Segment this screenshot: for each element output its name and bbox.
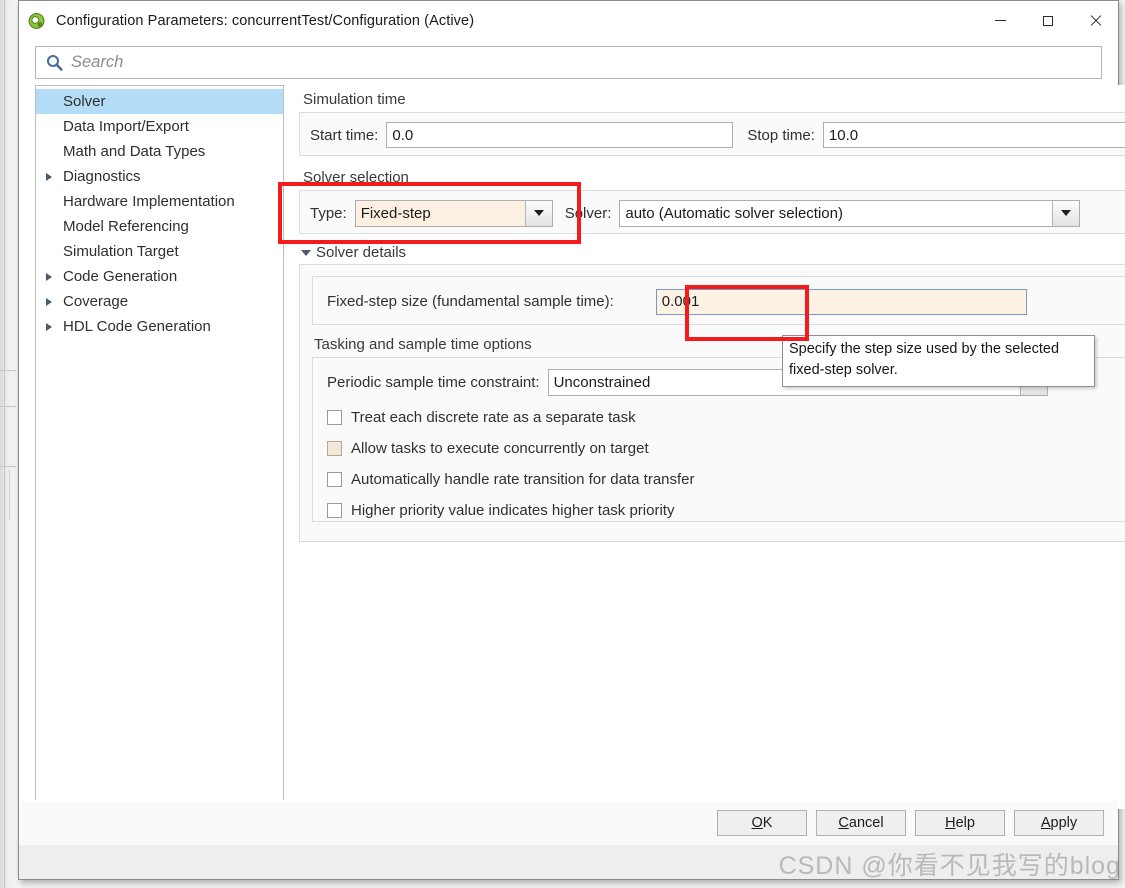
search-icon — [46, 54, 63, 71]
sidebar-item-label: Data Import/Export — [63, 118, 189, 135]
dialog-body: Solver Data Import/Export Math and Data … — [19, 85, 1125, 809]
cancel-button[interactable]: Cancel — [816, 810, 906, 836]
close-icon — [1089, 15, 1101, 27]
sidebar-item-label: Coverage — [63, 293, 129, 310]
sidebar-item-code-generation[interactable]: Code Generation — [36, 264, 283, 289]
chevron-down-icon — [301, 249, 311, 256]
minimize-button[interactable] — [977, 1, 1024, 40]
apply-rest: pply — [1050, 815, 1078, 831]
tasking-group-title: Tasking and sample time options — [314, 336, 532, 353]
chevron-down-icon[interactable] — [1052, 200, 1080, 226]
sidebar-item-hdl-code-generation[interactable]: HDL Code Generation — [36, 314, 283, 339]
checkbox-icon[interactable] — [327, 410, 342, 425]
solver-type-label: Type: — [310, 204, 347, 222]
cancel-rest: ancel — [848, 815, 884, 831]
solver-type-value: Fixed-step — [360, 204, 431, 222]
sidebar-item-label: Diagnostics — [63, 168, 141, 185]
fixed-step-size-label: Fixed-step size (fundamental sample time… — [327, 293, 614, 310]
apply-button[interactable]: Apply — [1014, 810, 1104, 836]
simulation-time-group: Start time: 0.0 Stop time: 10.0 — [299, 112, 1125, 156]
sidebar-item-simulation-target[interactable]: Simulation Target — [36, 239, 283, 264]
search-placeholder: Search — [71, 53, 124, 71]
maximize-button[interactable] — [1024, 1, 1071, 40]
checkbox-label: Allow tasks to execute concurrently on t… — [351, 440, 649, 457]
solver-type-dropdown[interactable]: Fixed-step — [354, 199, 553, 227]
stop-time-value: 10.0 — [828, 126, 859, 144]
help-rest: elp — [955, 815, 975, 831]
checkbox-automatically-handle-rate-transition[interactable]: Automatically handle rate transition for… — [327, 464, 1111, 495]
chevron-down-icon[interactable] — [524, 200, 552, 226]
sidebar-item-coverage[interactable]: Coverage — [36, 289, 283, 314]
sidebar-item-label: Solver — [63, 93, 106, 110]
configuration-parameters-dialog: Configuration Parameters: concurrentTest… — [18, 0, 1125, 880]
sidebar-item-label: Hardware Implementation — [63, 193, 235, 210]
sidebar-item-label: Math and Data Types — [63, 143, 206, 160]
solver-dropdown[interactable]: auto (Automatic solver selection) — [619, 199, 1081, 227]
sidebar-item-label: HDL Code Generation — [63, 318, 211, 335]
minimize-icon — [995, 20, 1006, 21]
chevron-right-icon[interactable] — [40, 172, 57, 181]
checkbox-icon[interactable] — [327, 503, 342, 518]
start-time-value: 0.0 — [392, 126, 414, 144]
solver-settings-pane: Simulation time Start time: 0.0 Stop tim… — [278, 85, 1125, 809]
solver-details-group: Fixed-step size (fundamental sample time… — [299, 264, 1125, 542]
solver-details-title: Solver details — [316, 244, 407, 261]
dialog-footer: OK Cancel Help Apply — [19, 800, 1118, 879]
stop-time-label: Stop time: — [747, 126, 815, 144]
periodic-sample-time-constraint-label: Periodic sample time constraint: — [327, 373, 540, 391]
solver-selection-group: Type: Fixed-step Solver: auto (Automatic… — [299, 190, 1125, 234]
sidebar-item-label: Simulation Target — [63, 243, 179, 260]
sidebar-item-model-referencing[interactable]: Model Referencing — [36, 214, 283, 239]
stop-time-input[interactable]: 10.0 — [822, 122, 1125, 148]
sidebar-item-diagnostics[interactable]: Diagnostics — [36, 164, 283, 189]
simulink-icon — [27, 11, 47, 31]
ok-mnemonic: O — [751, 815, 763, 831]
start-time-input[interactable]: 0.0 — [386, 122, 734, 148]
fixed-step-size-group: Fixed-step size (fundamental sample time… — [312, 276, 1125, 325]
ok-button[interactable]: OK — [717, 810, 807, 836]
close-button[interactable] — [1071, 1, 1118, 40]
solver-label: Solver: — [564, 204, 612, 222]
sidebar-item-label: Model Referencing — [63, 218, 189, 235]
window-controls — [977, 1, 1118, 40]
fixed-step-size-tooltip: Specify the step size used by the select… — [782, 335, 1095, 387]
checkbox-label: Automatically handle rate transition for… — [351, 471, 695, 488]
checkbox-icon[interactable] — [327, 472, 342, 487]
footer-button-bar: OK Cancel Help Apply — [19, 801, 1118, 845]
checkbox-label: Treat each discrete rate as a separate t… — [351, 409, 636, 426]
sidebar-item-data-import-export[interactable]: Data Import/Export — [36, 114, 283, 139]
help-button[interactable]: Help — [915, 810, 1005, 836]
apply-mnemonic: A — [1040, 815, 1051, 831]
sidebar-item-math-and-data-types[interactable]: Math and Data Types — [36, 139, 283, 164]
sidebar-item-hardware-implementation[interactable]: Hardware Implementation — [36, 189, 283, 214]
tooltip-text: Specify the step size used by the select… — [789, 341, 1060, 378]
maximize-icon — [1042, 15, 1053, 26]
ok-rest: K — [762, 815, 773, 831]
title-bar: Configuration Parameters: concurrentTest… — [19, 1, 1118, 41]
solver-value: auto (Automatic solver selection) — [625, 204, 843, 222]
start-time-label: Start time: — [310, 126, 379, 144]
chevron-right-icon[interactable] — [40, 322, 57, 331]
search-input[interactable]: Search — [35, 46, 1102, 79]
checkbox-treat-each-discrete-rate[interactable]: Treat each discrete rate as a separate t… — [327, 402, 1111, 433]
help-mnemonic: H — [945, 815, 956, 831]
chevron-right-icon[interactable] — [40, 297, 57, 306]
simulation-time-group-title: Simulation time — [303, 91, 406, 108]
sidebar-item-label: Code Generation — [63, 268, 178, 285]
settings-tree[interactable]: Solver Data Import/Export Math and Data … — [35, 85, 284, 809]
cancel-mnemonic: C — [838, 815, 849, 831]
fixed-step-size-value: 0.001 — [661, 293, 700, 310]
solver-details-toggle[interactable]: Solver details — [301, 244, 1125, 261]
checkbox-allow-tasks-concurrently[interactable]: Allow tasks to execute concurrently on t… — [327, 433, 1111, 464]
checkbox-icon[interactable] — [327, 441, 342, 456]
checkbox-higher-priority-value[interactable]: Higher priority value indicates higher t… — [327, 495, 1111, 526]
chevron-right-icon[interactable] — [40, 272, 57, 281]
window-title: Configuration Parameters: concurrentTest… — [56, 12, 475, 29]
sidebar-item-solver[interactable]: Solver — [36, 89, 283, 114]
solver-selection-group-title: Solver selection — [303, 169, 409, 186]
checkbox-label: Higher priority value indicates higher t… — [351, 502, 675, 519]
fixed-step-size-input[interactable]: 0.001 — [655, 288, 1027, 315]
search-bar-container: Search — [19, 41, 1118, 85]
